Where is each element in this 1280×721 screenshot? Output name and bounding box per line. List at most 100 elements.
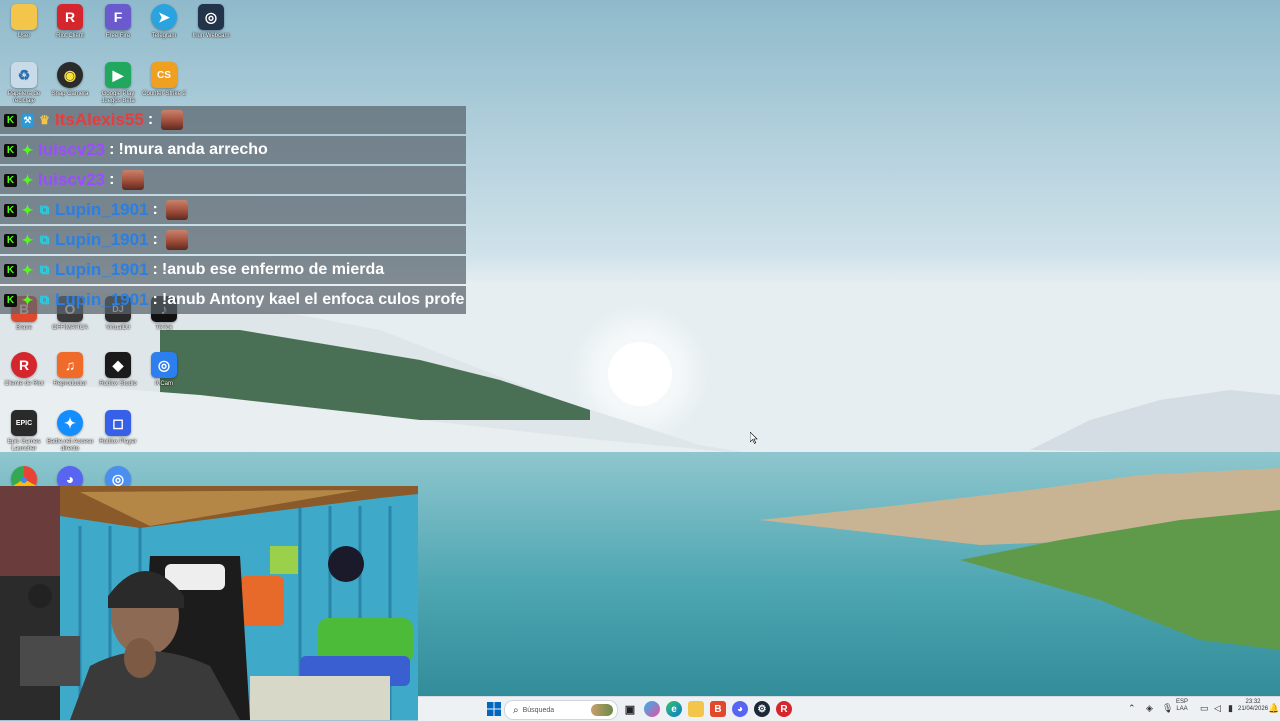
ivcam-icon: ◎ (151, 352, 177, 378)
stream-chat-overlay: K ⚒ ♛ ItsAlexis55 : K ✦ luiscv23 : !mura… (0, 106, 466, 316)
microphone-icon[interactable]: 🎙 (1162, 703, 1173, 714)
counter-strike-icon: CS (151, 62, 177, 88)
chat-separator: : (152, 261, 158, 278)
chat-emote-icon (165, 200, 188, 220)
epic-games-icon: EPIC (11, 410, 37, 436)
chevron-up-icon[interactable]: ⌃ (1128, 703, 1136, 714)
clock[interactable]: 23:32 21/04/2026 (1238, 699, 1268, 713)
riot-icon: R (57, 4, 83, 30)
subscriber-badge-icon: ⧉ (39, 202, 50, 217)
free-fire-icon: F (105, 4, 131, 30)
kick-badge-icon: K (4, 263, 17, 277)
chat-username: Lupin_1901 (55, 260, 149, 279)
mouse-cursor-icon (750, 432, 758, 444)
chat-separator: : (109, 171, 115, 188)
subscriber-badge-icon: ⧉ (39, 262, 50, 277)
taskbar: ⌕ Búsqueda ▣ e B ◕ ⚙ R ⌃ ◈ 🎙 ESP LAA ▭ ◁… (418, 696, 1280, 721)
display-icon[interactable]: ▭ (1200, 703, 1209, 714)
chat-message: K ✦ ⧉ Lupin_1901 : !anub ese enfermo de … (0, 256, 466, 284)
gem-badge-icon: ✦ (21, 261, 34, 278)
gem-badge-icon: ✦ (21, 171, 34, 188)
desktop-icon-telegram[interactable]: ➤ Telegram (140, 4, 188, 40)
desktop-icon-snap-camera[interactable]: ◉ Snap Camera (46, 62, 94, 98)
moderator-badge-icon: ⚒ (21, 113, 34, 127)
gem-badge-icon: ✦ (21, 231, 34, 248)
chat-message: K ✦ ⧉ Lupin_1901 : !anub Antony kael el … (0, 286, 466, 314)
chat-emote-icon (165, 230, 188, 250)
search-placeholder: Búsqueda (522, 706, 555, 714)
chat-separator: : (152, 201, 158, 218)
crown-badge-icon: ♛ (39, 113, 50, 127)
file-explorer-button[interactable] (688, 701, 704, 717)
desktop-icon-counter-strike[interactable]: CS Counter-Strike 2 (140, 62, 188, 98)
desktop-icon-user[interactable]: User (0, 4, 48, 40)
gem-badge-icon: ✦ (21, 141, 34, 158)
riot-button[interactable]: R (776, 701, 792, 717)
recycle-bin-icon: ♻ (11, 62, 37, 88)
desktop-icon-roblox-player[interactable]: ◻ Roblox Player (94, 410, 142, 446)
desktop-icon-cliente-de-riot[interactable]: R Cliente de Riot (0, 352, 48, 388)
chat-message: K ✦ luiscv23 : (0, 166, 466, 194)
chat-username: ItsAlexis55 (55, 110, 144, 129)
riot-icon: R (11, 352, 37, 378)
chat-message: K ✦ ⧉ Lupin_1901 : (0, 226, 466, 254)
notification-bell-icon[interactable]: 🔔 (1268, 703, 1279, 714)
desktop-icon-riot-client[interactable]: R Riot Client (46, 4, 94, 40)
chat-message: K ⚒ ♛ ItsAlexis55 : (0, 106, 466, 134)
chat-text: !anub ese enfermo de mierda (161, 261, 385, 278)
chat-username: Lupin_1901 (55, 200, 149, 219)
chat-message: K ✦ luiscv23 : !mura anda arrecho (0, 136, 466, 164)
chat-emote-icon (122, 170, 145, 190)
copilot-button[interactable] (644, 701, 660, 717)
desktop-icon-free-fire[interactable]: F Free Fire (94, 4, 142, 40)
chat-emote-icon (161, 110, 184, 130)
chat-username: luiscv23 (38, 140, 106, 159)
folder-icon (11, 4, 37, 30)
battle-net-icon: ✦ (57, 410, 83, 436)
desktop-icon-recycle-bin[interactable]: ♻ Papelera de reciclaje (0, 62, 48, 105)
windows-icon (487, 702, 501, 716)
chat-message: K ✦ ⧉ Lupin_1901 : (0, 196, 466, 224)
chat-text: !anub Antony kael el enfoca culos profe (161, 291, 465, 308)
keyboard-layout: LAA (1176, 706, 1188, 712)
desktop-icon-iriun-webcam[interactable]: ◎ Iriun Webcam (187, 4, 235, 40)
kick-badge-icon: K (4, 113, 17, 127)
clock-time: 23:32 (1245, 699, 1261, 705)
language-code: ESP (1176, 699, 1189, 705)
snap-camera-icon: ◉ (57, 62, 83, 88)
chat-username: luiscv23 (38, 170, 106, 189)
kick-badge-icon: K (4, 233, 17, 247)
brave-button[interactable]: B (710, 701, 726, 717)
volume-icon[interactable]: ◁ (1214, 703, 1221, 714)
edge-button[interactable]: e (666, 701, 682, 717)
desktop-icon-battle-net[interactable]: ✦ Battle.net Acceso directo (46, 410, 94, 453)
desktop-icon-google-play-games[interactable]: ▶ Google Play Juegos Beta (94, 62, 142, 105)
chat-username: Lupin_1901 (55, 290, 149, 309)
desktop-icon-epic-games[interactable]: EPIC Epic Games Launcher (0, 410, 48, 453)
task-view-button[interactable]: ▣ (622, 701, 638, 717)
roblox-icon: ◻ (105, 410, 131, 436)
steam-button[interactable]: ⚙ (754, 701, 770, 717)
desktop-icon-ivcam[interactable]: ◎ iVCam (140, 352, 188, 388)
start-button[interactable] (486, 701, 502, 717)
chat-username: Lupin_1901 (55, 230, 149, 249)
subscriber-badge-icon: ⧉ (39, 292, 50, 307)
kick-badge-icon: K (4, 173, 17, 187)
battery-icon[interactable]: ▮ (1228, 703, 1233, 714)
network-tray-icon[interactable]: ◈ (1146, 703, 1153, 714)
chat-separator: : (147, 111, 154, 128)
kick-badge-icon: K (4, 293, 17, 307)
kick-badge-icon: K (4, 143, 17, 157)
discord-button[interactable]: ◕ (732, 701, 748, 717)
desktop-icon-reproductor[interactable]: ♫ Reproductor (46, 352, 94, 388)
telegram-icon: ➤ (151, 4, 177, 30)
search-box[interactable]: ⌕ Búsqueda (504, 700, 618, 720)
roblox-studio-icon: ◆ (105, 352, 131, 378)
gem-badge-icon: ✦ (21, 201, 34, 218)
gem-badge-icon: ✦ (21, 291, 34, 308)
chat-separator: : (109, 141, 115, 158)
chat-separator: : (152, 291, 158, 308)
desktop-icon-roblox-studio[interactable]: ◆ Roblox Studio (94, 352, 142, 388)
language-indicator[interactable]: ESP LAA (1176, 699, 1188, 713)
webcam-overlay (0, 486, 418, 720)
